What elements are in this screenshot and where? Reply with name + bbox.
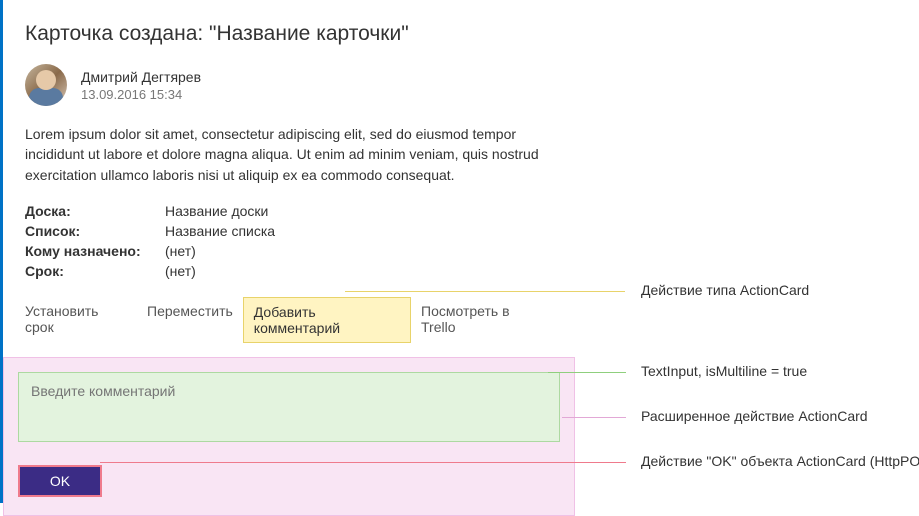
fact-label: Список: xyxy=(25,223,165,239)
action-move[interactable]: Переместить xyxy=(137,297,243,343)
author-name: Дмитрий Дегтярев xyxy=(81,69,201,85)
fact-row: Список: Название списка xyxy=(25,223,553,239)
fact-row: Срок: (нет) xyxy=(25,263,553,279)
action-set-due[interactable]: Установить срок xyxy=(25,297,137,343)
leader-line xyxy=(345,291,625,292)
fact-value: (нет) xyxy=(165,243,196,259)
avatar xyxy=(25,64,67,106)
card-body: Lorem ipsum dolor sit amet, consectetur … xyxy=(25,124,545,185)
annotation-ok: Действие "OK" объекта ActionCard (HttpPO… xyxy=(641,453,919,469)
fact-row: Кому назначено: (нет) xyxy=(25,243,553,259)
action-view-trello[interactable]: Посмотреть в Trello xyxy=(411,297,553,343)
comment-input[interactable] xyxy=(18,372,560,442)
annotation-textinput: TextInput, isMultiline = true xyxy=(641,363,807,379)
annotation-expanded: Расширенное действие ActionCard xyxy=(641,408,868,424)
fact-label: Доска: xyxy=(25,203,165,219)
actions-bar: Установить срок Переместить Добавить ком… xyxy=(25,297,553,343)
fact-value: (нет) xyxy=(165,263,196,279)
card-title: Карточка создана: "Название карточки" xyxy=(25,22,553,46)
action-add-comment[interactable]: Добавить комментарий xyxy=(243,297,411,343)
author-row: Дмитрий Дегтярев 13.09.2016 15:34 xyxy=(25,64,553,106)
fact-label: Кому назначено: xyxy=(25,243,165,259)
leader-line xyxy=(100,462,626,463)
fact-row: Доска: Название доски xyxy=(25,203,553,219)
fact-value: Название доски xyxy=(165,203,268,219)
ok-button[interactable]: OK xyxy=(18,465,102,497)
facts-block: Доска: Название доски Список: Название с… xyxy=(25,203,553,279)
annotation-actioncard: Действие типа ActionCard xyxy=(641,282,809,298)
fact-label: Срок: xyxy=(25,263,165,279)
fact-value: Название списка xyxy=(165,223,275,239)
message-card: Карточка создана: "Название карточки" Дм… xyxy=(0,0,575,503)
author-date: 13.09.2016 15:34 xyxy=(81,87,201,102)
leader-line xyxy=(548,372,626,373)
leader-line xyxy=(562,417,626,418)
actioncard-expanded-panel: OK xyxy=(3,357,575,516)
